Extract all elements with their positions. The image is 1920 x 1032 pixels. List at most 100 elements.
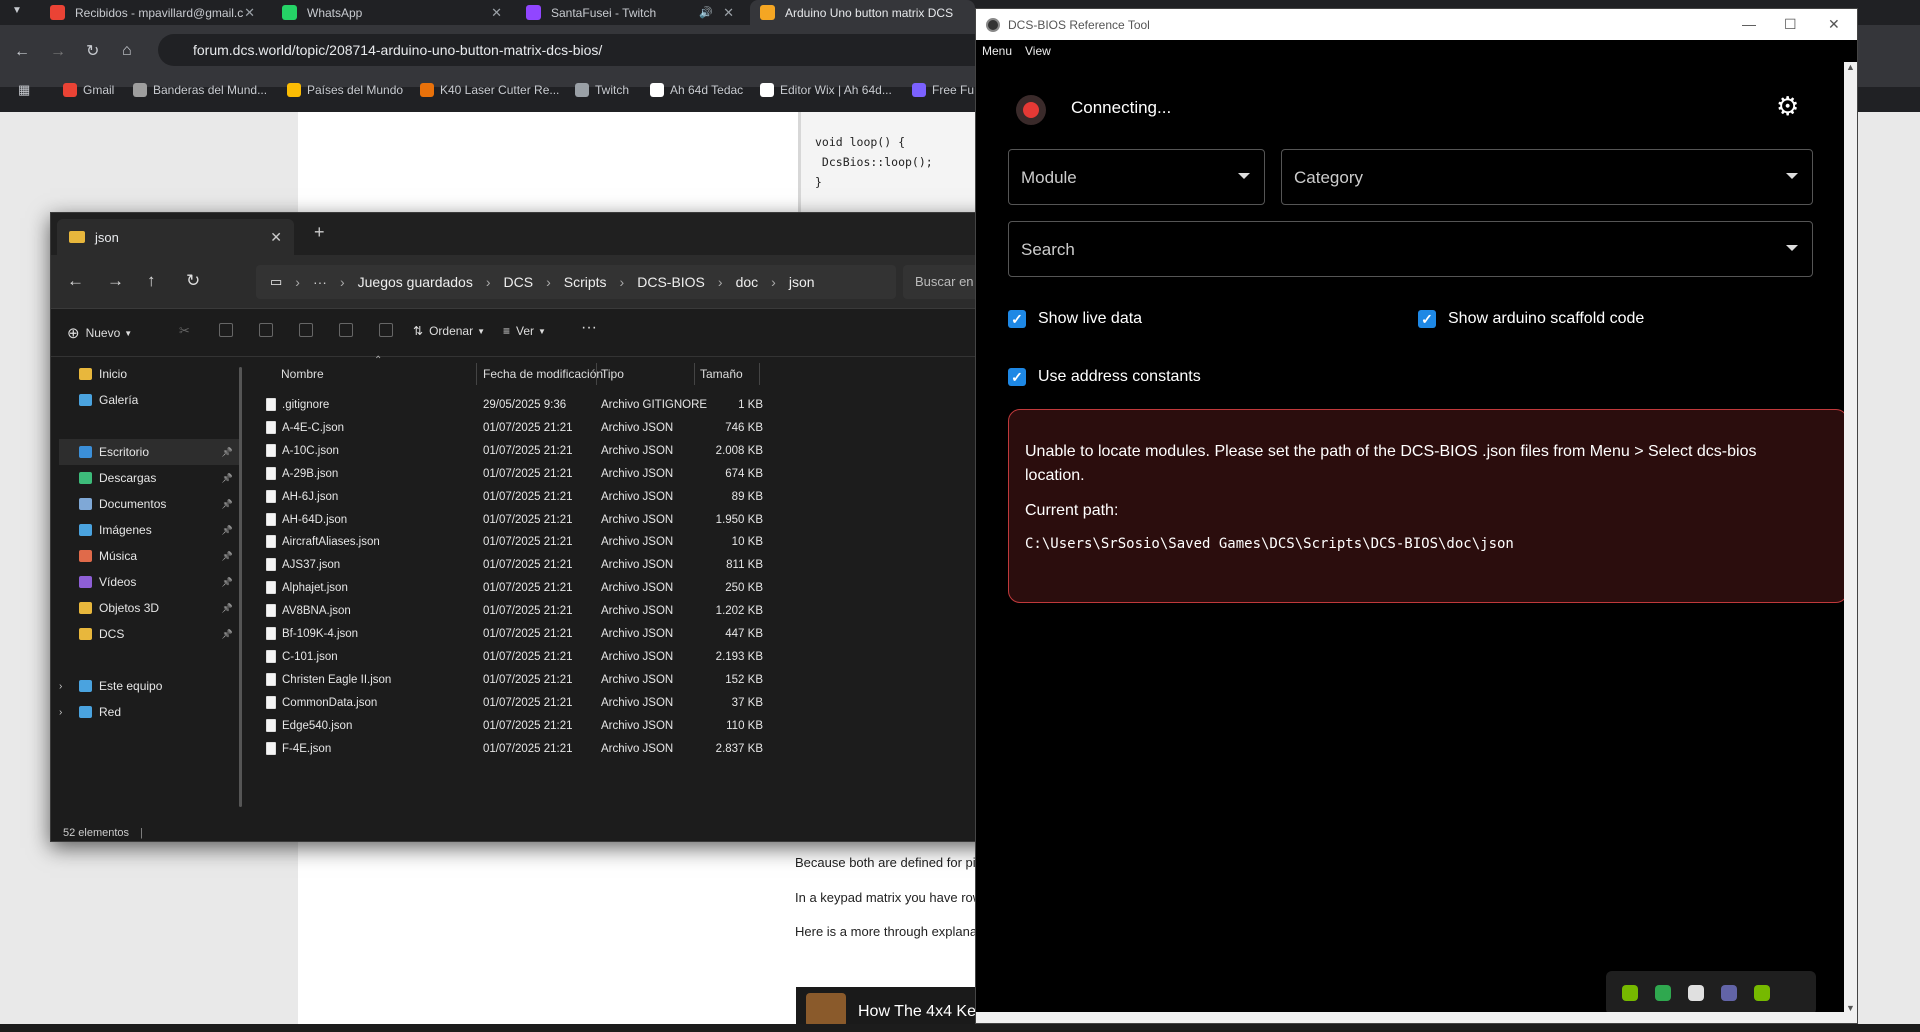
gear-icon[interactable]: ⚙ — [1776, 93, 1799, 119]
maximize-icon[interactable]: ☐ — [1784, 16, 1797, 33]
sidebar-item[interactable]: DCS 📌 — [79, 627, 239, 641]
view-button[interactable]: ≡ Ver ▼ — [503, 324, 546, 338]
gfe-icon[interactable] — [1754, 985, 1770, 1001]
file-row[interactable]: A-4E-C.json 01/07/2025 21:21 Archivo JSON 7… — [266, 418, 966, 440]
file-row[interactable]: AircraftAliases.json 01/07/2025 21:21 Arch… — [266, 532, 966, 554]
close-tab-icon[interactable]: ✕ — [244, 5, 255, 21]
sidebar-item[interactable]: Música 📌 — [79, 549, 239, 563]
explorer-tab[interactable]: json ✕ — [57, 219, 294, 255]
new-button[interactable]: ⊕ Nuevo ▼ — [67, 324, 132, 342]
file-row[interactable]: Bf-109K-4.json 01/07/2025 21:21 Archivo JS… — [266, 624, 966, 646]
file-row[interactable]: AH-64D.json 01/07/2025 21:21 Archivo JSON 1… — [266, 510, 966, 532]
bookmark-banderas[interactable]: Banderas del Mund... — [133, 83, 267, 97]
more-crumbs-icon[interactable]: ··· — [313, 274, 327, 290]
show-scaffold-code-checkbox[interactable]: ✓ Show arduino scaffold code — [1418, 310, 1644, 328]
defender-icon[interactable] — [1655, 985, 1671, 1001]
use-address-constants-checkbox[interactable]: ✓ Use address constants — [1008, 368, 1201, 386]
close-tab-icon[interactable]: ✕ — [723, 5, 734, 21]
file-row[interactable]: A-10C.json 01/07/2025 21:21 Archivo JSON 2.… — [266, 441, 966, 463]
file-row[interactable]: Christen Eagle II.json 01/07/2025 21:21 Ar… — [266, 670, 966, 692]
bookmark-k40[interactable]: K40 Laser Cutter Re... — [420, 83, 559, 97]
file-row[interactable]: Alphajet.json 01/07/2025 21:21 Archivo JSO… — [266, 578, 966, 600]
column-divider[interactable] — [759, 363, 760, 385]
pin-icon[interactable]: 📌 — [222, 473, 233, 484]
vertical-scrollbar[interactable]: ▲ ▼ — [1844, 62, 1857, 1023]
delete-icon[interactable] — [379, 323, 393, 337]
close-tab-icon[interactable]: ✕ — [491, 5, 502, 21]
crumb-item[interactable]: DCS-BIOS — [637, 274, 705, 290]
reload-icon[interactable]: ↻ — [86, 44, 99, 60]
breadcrumb[interactable]: ▭ › ··· › Juegos guardados › DCS › Scrip… — [256, 265, 896, 299]
expand-chevron-icon[interactable]: › — [59, 681, 62, 692]
sidebar-item[interactable]: Documentos 📌 — [79, 497, 239, 511]
more-options-icon[interactable]: ··· — [581, 319, 597, 337]
crumb-item[interactable]: Juegos guardados — [358, 274, 473, 290]
bookmark-tedac[interactable]: Ah 64d Tedac — [650, 83, 743, 97]
file-row[interactable]: C-101.json 01/07/2025 21:21 Archivo JSON 2.… — [266, 647, 966, 669]
rename-icon[interactable] — [299, 323, 313, 337]
pin-icon[interactable]: 📌 — [222, 629, 233, 640]
sidebar-item[interactable]: Galería — [79, 393, 239, 407]
sidebar-item[interactable]: › Este equipo — [59, 679, 239, 693]
pin-icon[interactable]: 📌 — [222, 603, 233, 614]
file-row[interactable]: AV8BNA.json 01/07/2025 21:21 Archivo JSON 1… — [266, 601, 966, 623]
crumb-item[interactable]: doc — [736, 274, 759, 290]
file-row[interactable]: AH-6J.json 01/07/2025 21:21 Archivo JSON 89… — [266, 487, 966, 509]
cut-icon[interactable]: ✂ — [179, 323, 193, 338]
forward-arrow-icon[interactable]: → — [50, 44, 66, 60]
column-divider[interactable] — [694, 363, 695, 385]
pin-icon[interactable]: 📌 — [222, 447, 233, 458]
pin-icon[interactable]: 📌 — [222, 577, 233, 588]
sidebar-item[interactable]: Inicio — [79, 367, 239, 381]
show-live-data-checkbox[interactable]: ✓ Show live data — [1008, 310, 1142, 328]
pin-icon[interactable]: 📌 — [222, 551, 233, 562]
logitech-icon[interactable] — [1688, 985, 1704, 1001]
browser-tab-gmail[interactable]: Recibidos - mpavillard@gmail.c ✕ — [40, 0, 265, 25]
column-divider[interactable] — [596, 363, 597, 385]
nvidia-icon[interactable] — [1622, 985, 1638, 1001]
browser-tab-arduino[interactable]: Arduino Uno button matrix DCS — [750, 0, 975, 25]
browser-tab-twitch[interactable]: SantaFusei - Twitch 🔊 ✕ — [516, 0, 744, 25]
bookmark-twitch-folder[interactable]: Twitch — [575, 83, 629, 97]
bookmark-paises[interactable]: Países del Mundo — [287, 83, 403, 97]
forward-arrow-icon[interactable]: → — [107, 271, 124, 291]
sidebar-item[interactable]: › Red — [59, 705, 239, 719]
file-row[interactable]: AJS37.json 01/07/2025 21:21 Archivo JSON 81… — [266, 555, 966, 577]
close-window-icon[interactable]: ✕ — [1828, 16, 1840, 33]
file-row[interactable]: Edge540.json 01/07/2025 21:21 Archivo JSON… — [266, 716, 966, 738]
teams-icon[interactable] — [1721, 985, 1737, 1001]
home-icon[interactable]: ⌂ — [122, 43, 132, 59]
crumb-item[interactable]: json — [789, 274, 815, 290]
up-arrow-icon[interactable]: ↑ — [147, 271, 156, 291]
file-row[interactable]: F-4E.json 01/07/2025 21:21 Archivo JSON 2.8… — [266, 739, 966, 761]
monitor-icon[interactable]: ▭ — [270, 274, 282, 290]
column-divider[interactable] — [476, 363, 477, 385]
menu-item-menu[interactable]: Menu — [982, 44, 1012, 58]
audio-playing-icon[interactable]: 🔊 — [699, 6, 713, 19]
new-tab-plus-icon[interactable]: + — [314, 222, 325, 243]
file-row[interactable]: A-29B.json 01/07/2025 21:21 Archivo JSON 67… — [266, 464, 966, 486]
close-tab-icon[interactable]: ✕ — [270, 229, 282, 246]
menu-item-view[interactable]: View — [1025, 44, 1051, 58]
crumb-item[interactable]: Scripts — [564, 274, 607, 290]
column-header-date[interactable]: Fecha de modificación — [483, 367, 603, 381]
pin-icon[interactable]: 📌 — [222, 499, 233, 510]
pin-icon[interactable]: 📌 — [222, 525, 233, 536]
module-select[interactable]: Module — [1008, 149, 1265, 205]
sidebar-item[interactable]: Descargas 📌 — [79, 471, 239, 485]
bookmark-gmail[interactable]: Gmail — [63, 83, 114, 97]
horizontal-scrollbar[interactable] — [976, 1012, 1844, 1023]
search-select[interactable]: Search — [1008, 221, 1813, 277]
scroll-up-icon[interactable]: ▲ — [1846, 62, 1855, 72]
column-header-size[interactable]: Tamaño — [700, 367, 743, 381]
bookmark-editor-wix[interactable]: Editor Wix | Ah 64d... — [760, 83, 892, 97]
file-row[interactable]: .gitignore 29/05/2025 9:36 Archivo GITIGNO… — [266, 395, 966, 417]
apps-grid-icon[interactable]: ▦ — [18, 82, 30, 98]
sidebar-scrollbar[interactable] — [239, 367, 242, 807]
minimize-icon[interactable]: — — [1742, 16, 1756, 32]
sidebar-item[interactable]: Objetos 3D 📌 — [79, 601, 239, 615]
refresh-icon[interactable]: ↻ — [186, 271, 200, 291]
back-arrow-icon[interactable]: ← — [14, 44, 30, 60]
share-icon[interactable] — [339, 323, 353, 337]
sidebar-item[interactable]: Escritorio 📌 — [59, 439, 239, 465]
